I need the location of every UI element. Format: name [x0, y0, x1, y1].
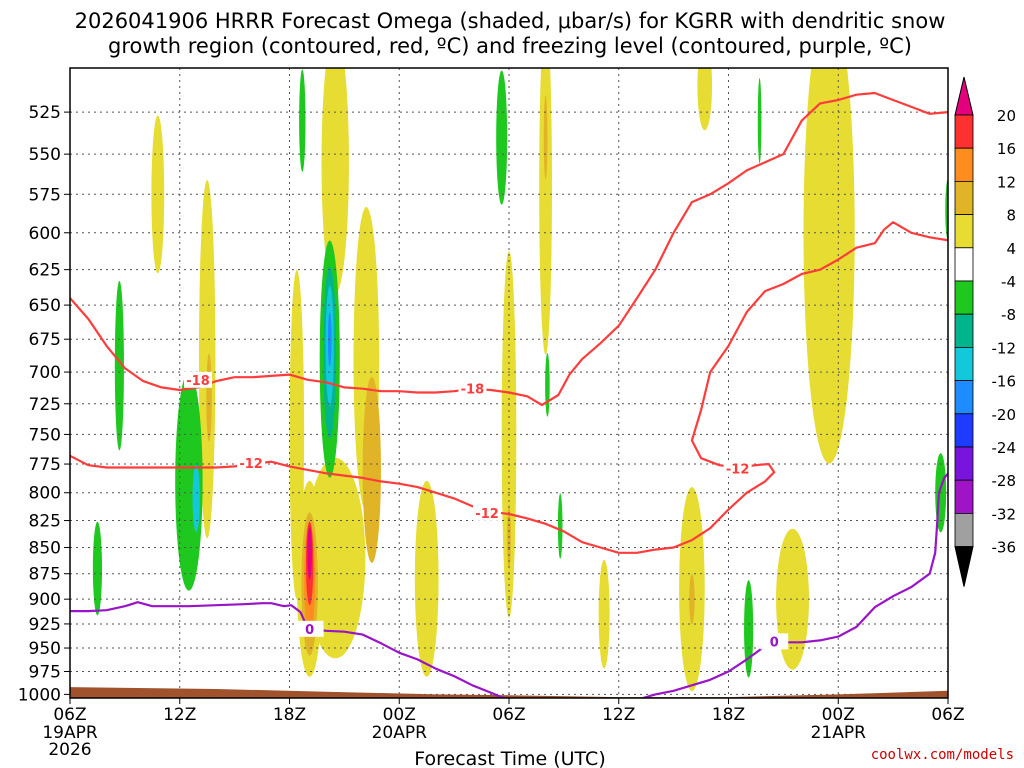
- omega-positive-region-6: [362, 376, 381, 563]
- x-tick-label-1: 12Z: [163, 705, 196, 725]
- colorbar-label-8: -16: [992, 373, 1017, 391]
- contour-label-2-0: 0: [305, 623, 314, 638]
- y-tick-label-775: 775: [29, 455, 61, 475]
- y-tick-label-950: 950: [29, 639, 61, 659]
- y-tick-label-750: 750: [29, 425, 61, 445]
- colorbar-label-2: 12: [997, 173, 1016, 191]
- y-tick-label-550: 550: [29, 145, 61, 165]
- x-tick-label-7: 00Z: [822, 705, 855, 725]
- omega-positive-region-12: [307, 526, 312, 580]
- colorbar-box-10: [954, 413, 974, 448]
- y-tick-label-650: 650: [29, 296, 61, 316]
- contour-label-1-2: -12: [726, 463, 750, 478]
- colorbar-label-4: 4: [1006, 240, 1016, 258]
- omega-negative-region-4: [299, 69, 306, 172]
- y-tick-label-825: 825: [29, 512, 61, 532]
- omega-negative-region-0: [92, 521, 103, 616]
- y-tick-label-525: 525: [29, 103, 61, 123]
- colorbar-label-11: -28: [992, 472, 1017, 490]
- colorbar-box-4: [954, 214, 974, 249]
- x-tick-label-3: 00Z: [383, 705, 416, 725]
- omega-positive-region-2: [206, 353, 212, 442]
- y-tick-label-875: 875: [29, 565, 61, 585]
- contour-label-0-0: -18: [186, 374, 210, 389]
- x-axis-label: Forecast Time (UTC): [414, 748, 605, 768]
- colorbar-label-12: -32: [992, 505, 1017, 523]
- colorbar-box-11: [954, 446, 974, 481]
- colorbar-top-arrow: [954, 76, 974, 116]
- colorbar-box-1: [954, 114, 974, 149]
- colorbar-label-6: -8: [1001, 306, 1016, 324]
- contour-label-1-0: -12: [239, 457, 263, 472]
- colorbar-label-10: -24: [992, 439, 1017, 457]
- y-tick-label-975: 975: [29, 663, 61, 683]
- y-tick-label-600: 600: [29, 224, 61, 244]
- colorbar-box-2: [954, 147, 974, 182]
- colorbar-label-13: -36: [992, 539, 1017, 557]
- omega-negative-region-13: [757, 77, 762, 164]
- colorbar: 20 16 12 8 4 -4 -8 -12 -16 -20 -24 -28 -32 -36: [954, 76, 1017, 587]
- y-tick-label-850: 850: [29, 539, 61, 559]
- omega-positive-region-17: [543, 95, 548, 180]
- y-tick-label-1000: 1000: [18, 685, 61, 705]
- x-tick-year-0: 2026: [48, 740, 91, 760]
- omega-negative-region-9: [496, 70, 508, 205]
- colorbar-box-3: [954, 180, 974, 215]
- colorbar-box-13: [954, 513, 974, 548]
- y-tick-label-800: 800: [29, 484, 61, 504]
- colorbar-box-8: [954, 346, 974, 381]
- y-tick-label-900: 900: [29, 590, 61, 610]
- omega-negative-region-12: [744, 580, 754, 678]
- x-tick-date-3: 20APR: [372, 723, 428, 743]
- contour-label-1-1: -12: [475, 507, 499, 522]
- chart-title-line1: 2026041906 HRRR Forecast Omega (shaded, …: [75, 9, 946, 33]
- contour-label-2-1: 0: [770, 635, 779, 650]
- colorbar-box-7: [954, 313, 974, 348]
- colorbar-label-9: -20: [992, 406, 1017, 424]
- y-axis: 525 550 575 600 625 650 675 700 725 750 775 800 825 8…: [18, 103, 70, 705]
- colorbar-label-5: -4: [1001, 273, 1016, 291]
- x-tick-label-5: 12Z: [602, 705, 635, 725]
- chart-title-line2: growth region (contoured, red, ºC) and f…: [108, 34, 912, 58]
- x-tick-label-4: 06Z: [492, 705, 525, 725]
- colorbar-label-0: 20: [997, 107, 1016, 125]
- credit-text: coolwx.com/models: [871, 747, 1014, 763]
- x-tick-date-7: 21APR: [811, 723, 867, 743]
- omega-time-height-chart: 2026041906 HRRR Forecast Omega (shaded, …: [18, 9, 1017, 768]
- y-tick-label-700: 700: [29, 363, 61, 383]
- x-tick-label-6: 18Z: [712, 705, 745, 725]
- y-tick-label-725: 725: [29, 395, 61, 415]
- omega-positive-region-13: [414, 480, 439, 677]
- y-tick-label-675: 675: [29, 330, 61, 350]
- x-tick-label-2: 18Z: [273, 705, 306, 725]
- omega-negative-region-11: [557, 493, 563, 559]
- colorbar-label-3: 8: [1006, 207, 1016, 225]
- colorbar-box-12: [954, 479, 974, 514]
- colorbar-box-6: [954, 280, 974, 315]
- omega-negative-region-3: [192, 464, 200, 533]
- omega-positive-region-23: [803, 68, 855, 464]
- y-tick-label-925: 925: [29, 615, 61, 635]
- colorbar-box-9: [954, 380, 974, 415]
- colorbar-label-1: 16: [997, 140, 1016, 158]
- colorbar-box-5: [954, 247, 974, 282]
- y-tick-label-625: 625: [29, 261, 61, 281]
- omega-positive-region-18: [598, 559, 610, 669]
- colorbar-bottom-arrow: [954, 546, 974, 587]
- contour-label-0-1: -18: [461, 383, 485, 398]
- x-tick-label-8: 06Z: [931, 705, 964, 725]
- omega-positive-region-0: [151, 115, 165, 274]
- y-tick-label-575: 575: [29, 185, 61, 205]
- colorbar-label-7: -12: [992, 339, 1017, 357]
- plot-area: -18 -18 -12 -12 -12 0 0: [70, 68, 948, 698]
- omega-negative-region-10: [545, 353, 550, 417]
- x-tick-label-0: 06Z: [53, 705, 86, 725]
